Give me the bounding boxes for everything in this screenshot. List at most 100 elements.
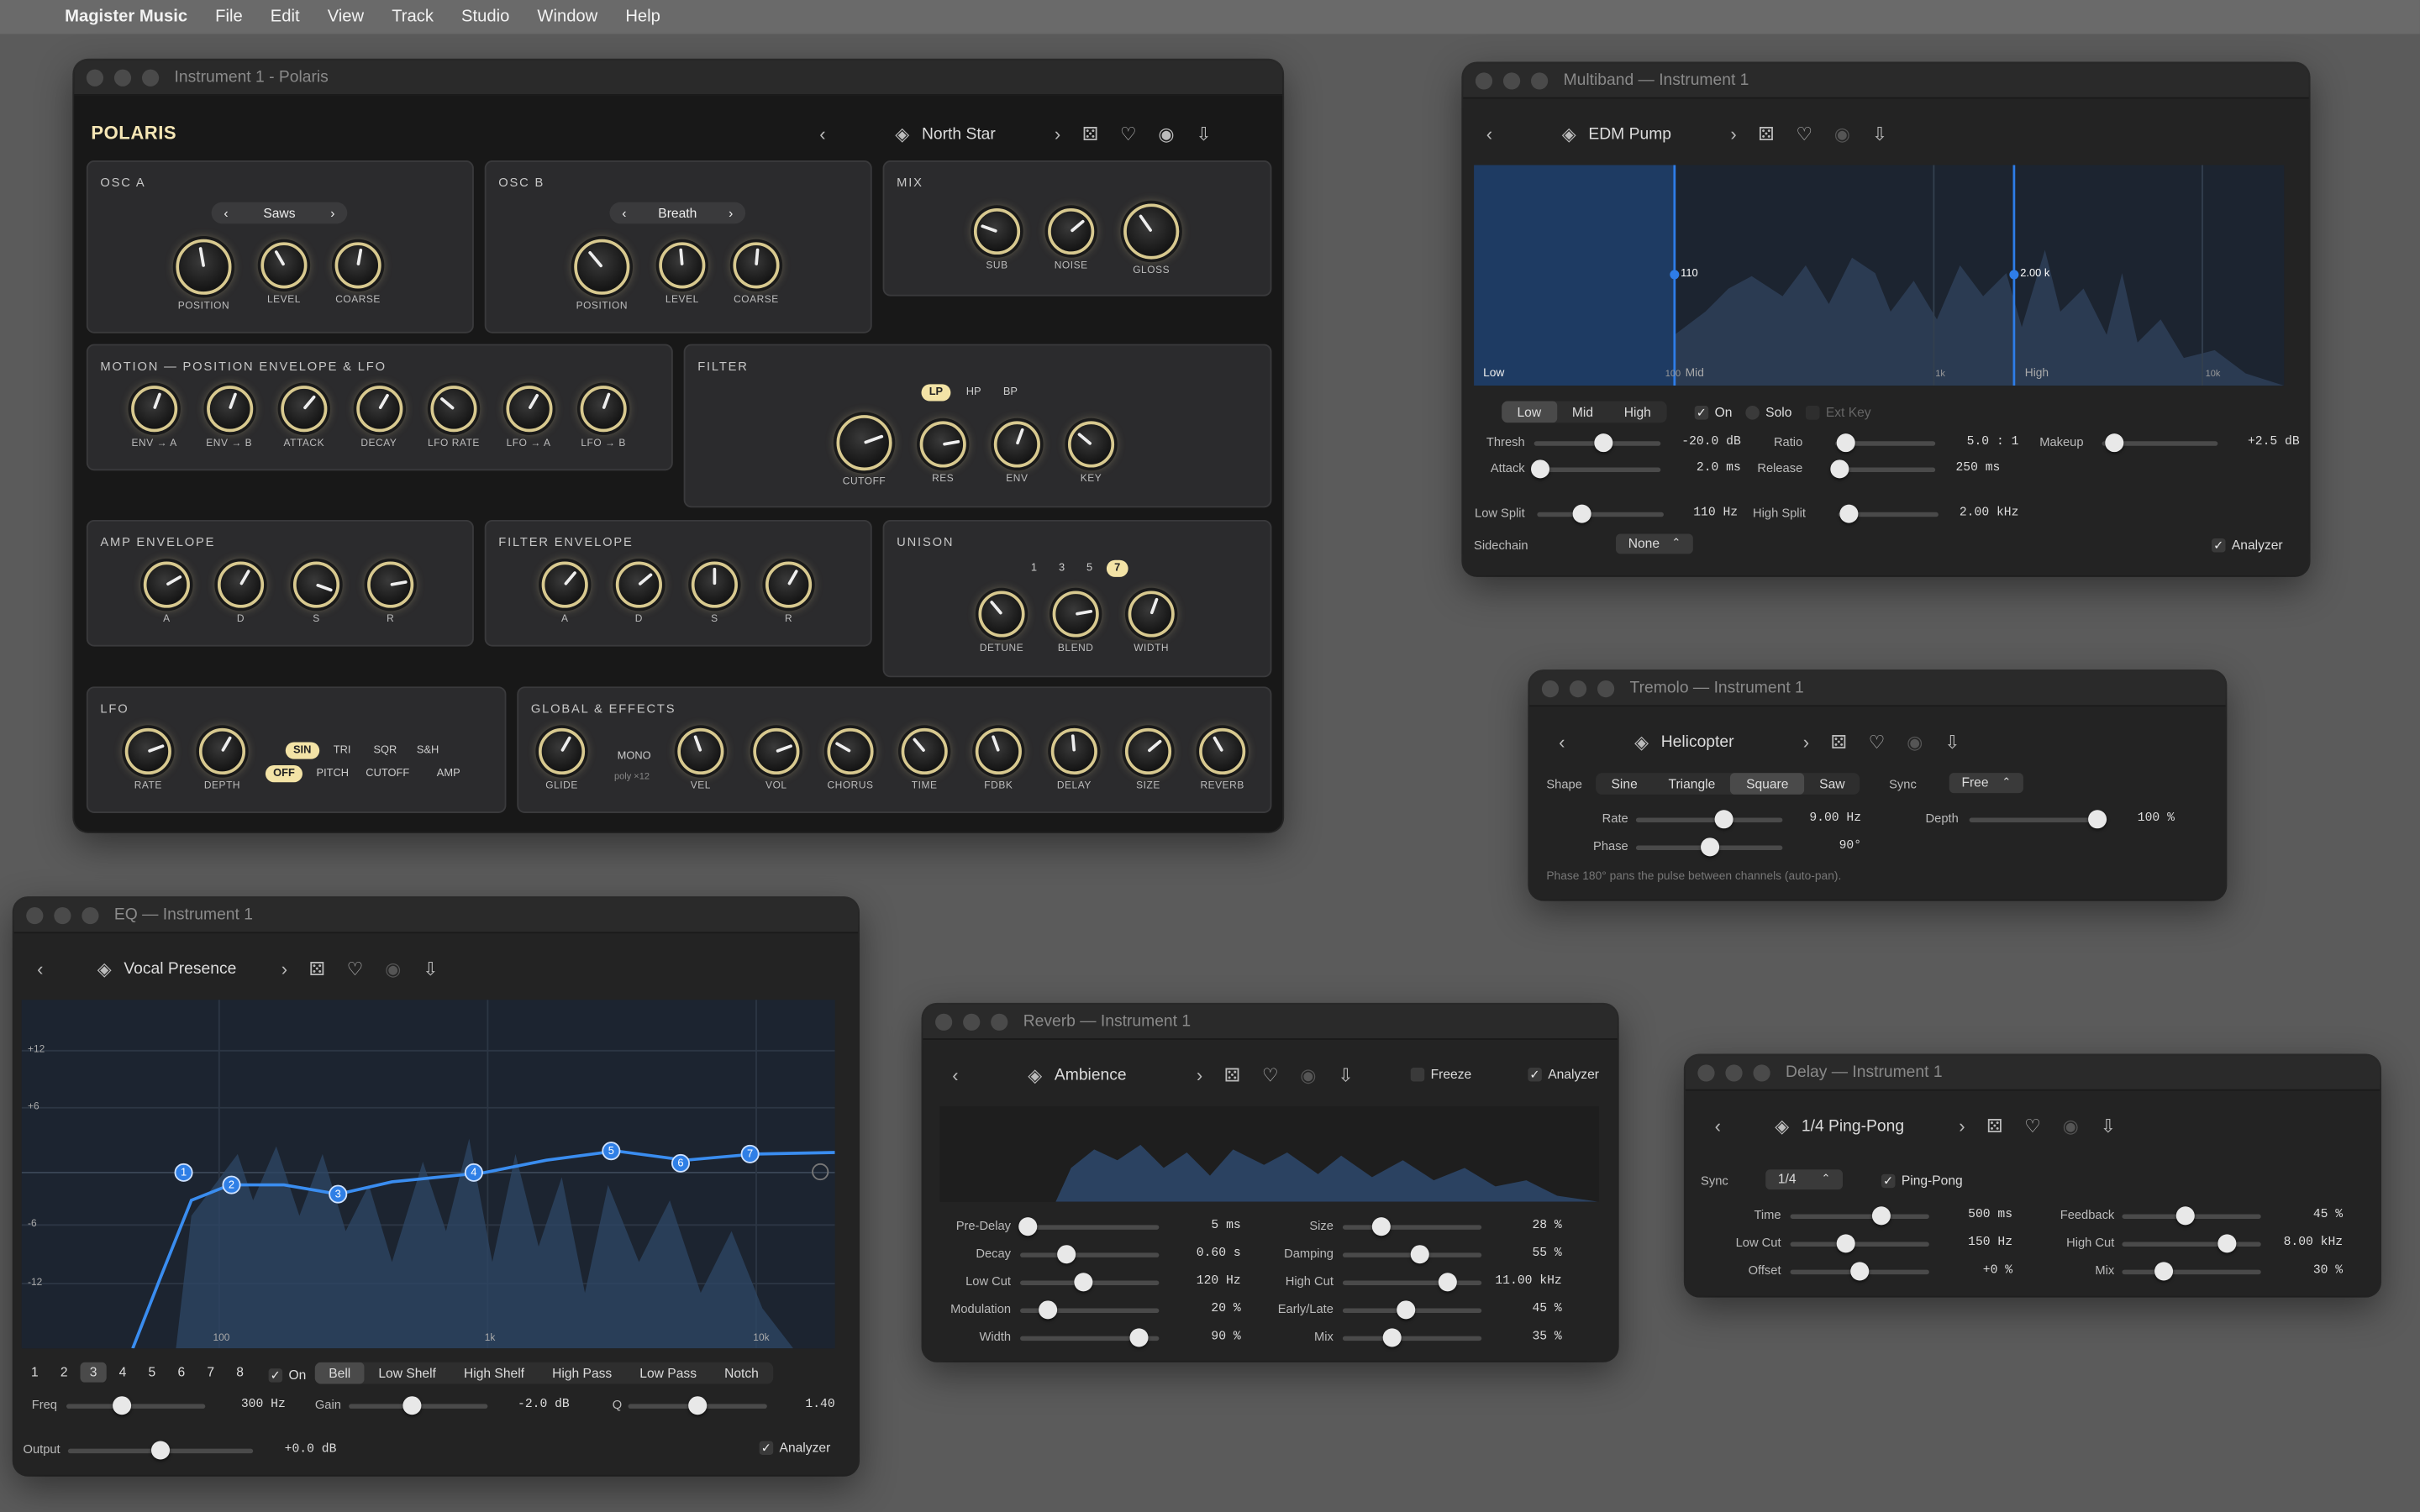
shape-square[interactable]: Square [1730, 773, 1804, 795]
rev-early-late-slider[interactable] [1342, 1300, 1482, 1320]
heart-icon[interactable]: ♡ [2024, 1116, 2041, 1137]
mono-toggle[interactable]: MONO [618, 751, 651, 762]
zoom-button[interactable] [1753, 1063, 1770, 1081]
eq-node[interactable]: 3 [329, 1184, 348, 1204]
minimize-button[interactable] [113, 68, 132, 86]
lfo-target-amp[interactable]: AMP [429, 765, 468, 782]
dly-high-cut-thumb[interactable] [2217, 1234, 2236, 1253]
eq-type-high-shelf[interactable]: High Shelf [450, 1362, 538, 1384]
knob[interactable] [975, 727, 1022, 775]
lfo-target-cutoff[interactable]: CUTOFF [358, 765, 417, 782]
prev-preset-icon[interactable]: ‹ [1551, 732, 1573, 753]
minimize-button[interactable] [1502, 71, 1521, 89]
preset-name[interactable]: 1/4 Ping-Pong [1802, 1117, 1949, 1136]
eq-type-bell[interactable]: Bell [314, 1362, 365, 1384]
band-mid[interactable]: Mid [1556, 402, 1608, 423]
close-button[interactable] [86, 68, 104, 86]
freq-thumb[interactable] [113, 1396, 132, 1415]
dly-offset-thumb[interactable] [1850, 1262, 1870, 1281]
dly-low-cut-slider[interactable] [1790, 1234, 1929, 1253]
knob[interactable] [836, 415, 892, 471]
knob[interactable] [430, 386, 477, 433]
knob[interactable] [541, 561, 588, 608]
save-icon[interactable]: ⇩ [1338, 1064, 1353, 1086]
rev-width-slider[interactable] [1020, 1328, 1160, 1347]
eq-type-low-shelf[interactable]: Low Shelf [365, 1362, 450, 1384]
multiband-spectrum[interactable]: 110 2.00 k Low Mid High 100 1k 10k [1474, 165, 2285, 386]
menu-track[interactable]: Track [392, 8, 434, 26]
lfo-shape-sqr[interactable]: SQR [366, 742, 404, 759]
rev-high-cut-thumb[interactable] [1437, 1273, 1456, 1292]
rev-size-slider[interactable] [1342, 1217, 1482, 1236]
dice-icon[interactable]: ⚄ [1986, 1116, 2002, 1137]
rev-decay-slider[interactable] [1020, 1245, 1160, 1264]
dice-icon[interactable]: ⚄ [1831, 732, 1847, 753]
thresh-thumb[interactable] [1594, 433, 1613, 453]
next-preset-icon[interactable]: › [1197, 1064, 1202, 1086]
eq-type-notch[interactable]: Notch [711, 1362, 773, 1384]
dice-icon[interactable]: ⚄ [1224, 1064, 1240, 1086]
output-slider[interactable] [67, 1441, 254, 1460]
eq-graph[interactable]: 1 2 3 4 5 6 7 +12 +6 -6 -12 100 1k 10k [21, 1000, 835, 1349]
rev-early-late-thumb[interactable] [1396, 1300, 1415, 1320]
knob[interactable] [217, 561, 265, 608]
knob[interactable] [1050, 727, 1097, 775]
knob[interactable] [978, 591, 1025, 638]
phase-thumb[interactable] [1700, 837, 1719, 857]
eq-node[interactable]: 6 [671, 1153, 691, 1173]
rev-pre-delay-slider[interactable] [1018, 1217, 1160, 1236]
heart-icon[interactable]: ♡ [1796, 123, 1812, 145]
output-thumb[interactable] [150, 1441, 171, 1460]
zoom-button[interactable] [82, 906, 99, 924]
ratio-slider[interactable] [1834, 433, 1936, 453]
prev-preset-icon[interactable]: ‹ [944, 1064, 966, 1086]
knob[interactable] [901, 727, 948, 775]
rev-damping-slider[interactable] [1342, 1245, 1482, 1264]
dly-mix-slider[interactable] [2122, 1262, 2261, 1281]
save-icon[interactable]: ⇩ [1872, 123, 1887, 145]
knob[interactable] [1123, 203, 1180, 260]
favorite-badge-icon[interactable]: ◉ [1300, 1064, 1316, 1086]
favorite-badge-icon[interactable]: ◉ [1834, 123, 1850, 145]
knob[interactable] [505, 386, 552, 433]
zoom-button[interactable] [991, 1012, 1008, 1030]
analyzer-checkbox[interactable]: ✓ Analyzer [759, 1440, 830, 1455]
knob[interactable] [973, 207, 1021, 255]
save-icon[interactable]: ⇩ [1944, 732, 1960, 753]
eq-node[interactable]: 2 [222, 1175, 241, 1194]
preset-name[interactable]: North Star [922, 125, 1045, 144]
next-wave-icon[interactable]: › [729, 205, 733, 220]
eq-type-high-pass[interactable]: High Pass [539, 1362, 626, 1384]
ratio-thumb[interactable] [1835, 433, 1854, 453]
prev-preset-icon[interactable]: ‹ [1707, 1116, 1728, 1137]
preset-name[interactable]: Helicopter [1661, 732, 1794, 751]
eq-band-6[interactable]: 6 [168, 1362, 194, 1383]
eq-band-4[interactable]: 4 [109, 1362, 135, 1383]
makeup-slider[interactable] [2102, 433, 2218, 453]
favorite-badge-icon[interactable]: ◉ [2063, 1116, 2079, 1137]
pingpong-checkbox[interactable]: ✓ Ping-Pong [1881, 1173, 1963, 1188]
favorite-badge-icon[interactable]: ◉ [385, 958, 401, 980]
rev-modulation-slider[interactable] [1020, 1300, 1160, 1320]
dice-icon[interactable]: ⚄ [1758, 123, 1774, 145]
heart-icon[interactable]: ♡ [347, 958, 364, 980]
next-preset-icon[interactable]: › [1055, 123, 1060, 145]
knob[interactable] [281, 386, 328, 433]
close-button[interactable] [1475, 71, 1493, 89]
gain-thumb[interactable] [402, 1396, 421, 1415]
knob[interactable] [919, 421, 966, 468]
eq-type-low-pass[interactable]: Low Pass [626, 1362, 711, 1384]
dly-time-thumb[interactable] [1870, 1206, 1891, 1226]
attack-slider[interactable] [1531, 459, 1661, 479]
depth-thumb[interactable] [2087, 810, 2107, 829]
rev-pre-delay-thumb[interactable] [1018, 1217, 1037, 1236]
release-slider[interactable] [1830, 459, 1936, 479]
eq-node-8-inactive[interactable] [812, 1163, 829, 1181]
knob[interactable] [1067, 421, 1115, 468]
unison-voice-7[interactable]: 7 [1106, 559, 1128, 577]
dice-icon[interactable]: ⚄ [309, 958, 325, 980]
eq-node[interactable]: 1 [174, 1163, 193, 1182]
shape-triangle[interactable]: Triangle [1653, 773, 1731, 795]
prev-wave-icon[interactable]: ‹ [224, 205, 228, 220]
eq-band-7[interactable]: 7 [197, 1362, 224, 1383]
